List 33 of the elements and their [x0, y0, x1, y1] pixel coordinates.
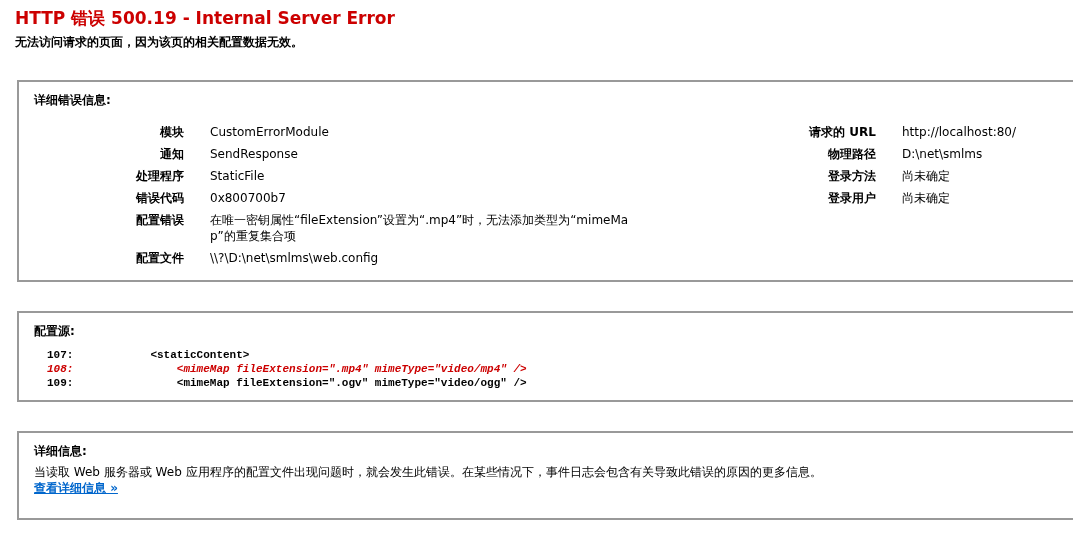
field-value: \\?\D:\net\smlms\web.config	[210, 250, 380, 266]
line-number: 108:	[46, 362, 75, 376]
field-label: 登录用户	[827, 190, 876, 206]
line-number: 107:	[46, 348, 75, 362]
field-label: 配置文件	[135, 250, 184, 266]
section-heading: 配置源:	[34, 323, 76, 340]
section-heading: 详细错误信息:	[34, 92, 112, 109]
field-label: 配置错误	[135, 212, 184, 229]
field-value: D:\net\smlms	[902, 146, 984, 162]
field-label: 请求的 URL	[808, 124, 876, 140]
field-value: SendResponse	[210, 146, 299, 162]
info-text: 当读取 Web 服务器或 Web 应用程序的配置文件出现问题时，就会发生此错误。在某些情况下，事件日志会包含有关导致此错误的原因的更多信息。	[34, 464, 823, 480]
field-label: 错误代码	[135, 190, 184, 206]
field-value: 尚未确定	[902, 168, 951, 184]
field-label: 登录方法	[827, 168, 876, 184]
field-value: http://localhost:80/	[902, 124, 1017, 140]
code-line: <staticContent>	[149, 348, 250, 362]
field-value: 尚未确定	[902, 190, 951, 206]
field-value: StaticFile	[210, 168, 266, 184]
code-line: <mimeMap fileExtension=".mp4" mimeType="video/mp4" />	[175, 362, 527, 376]
section-heading: 详细信息:	[34, 443, 88, 460]
field-label: 处理程序	[135, 168, 184, 184]
field-value: 0x800700b7	[210, 190, 287, 206]
line-number: 109:	[46, 376, 75, 390]
field-label: 模块	[159, 124, 184, 140]
details-link[interactable]: 查看详细信息 »	[34, 481, 118, 495]
code-line: <mimeMap fileExtension=".ogv" mimeType="video/ogg" />	[175, 376, 527, 390]
field-label: 物理路径	[827, 146, 876, 162]
field-label: 通知	[159, 146, 184, 162]
field-value: 在唯一密钥属性“fileExtension”设置为“.mp4”时，无法添加类型为“mimeMap”的重复集合项	[210, 212, 630, 244]
field-value: CustomErrorModule	[210, 124, 330, 140]
error-title: HTTP 错误 500.19 - Internal Server Error	[15, 7, 396, 29]
error-summary: 无法访问请求的页面，因为该页的相关配置数据无效。	[15, 34, 304, 51]
